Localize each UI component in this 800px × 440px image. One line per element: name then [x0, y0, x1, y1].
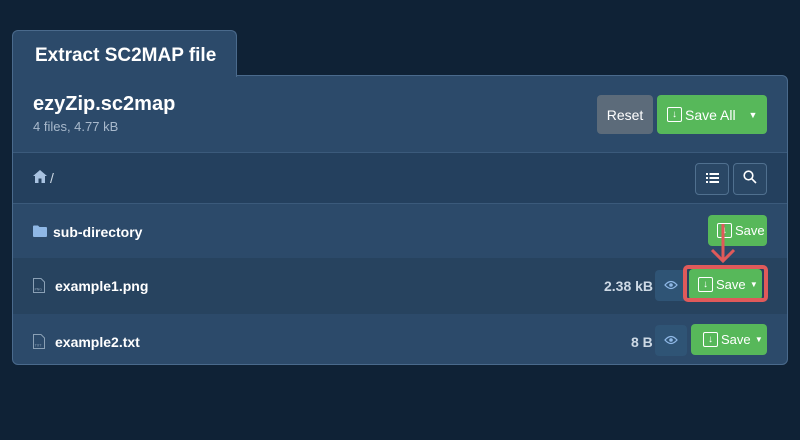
- breadcrumb-path: /: [50, 170, 54, 186]
- file-size: 8 B: [631, 334, 653, 350]
- eye-icon: [664, 332, 678, 350]
- archive-meta: 4 files, 4.77 kB: [33, 119, 119, 134]
- list-icon: [705, 170, 719, 188]
- save-all-button[interactable]: ↓ Save All ▼: [657, 95, 767, 134]
- reset-button[interactable]: Reset: [597, 95, 653, 134]
- archive-header: ezyZip.sc2map 4 files, 4.77 kB Reset ↓ S…: [13, 76, 787, 153]
- eye-icon: [664, 277, 678, 295]
- archive-name: ezyZip.sc2map: [33, 93, 176, 115]
- svg-text:PNG: PNG: [35, 288, 43, 292]
- list-item-folder[interactable]: sub-directory ↓ Save: [13, 204, 787, 260]
- svg-text:TXT: TXT: [34, 344, 42, 348]
- arrow-down-icon: [709, 224, 737, 271]
- download-icon: ↓: [667, 107, 682, 122]
- caret-down-icon[interactable]: ▼: [739, 110, 767, 120]
- caret-down-icon[interactable]: ▼: [751, 335, 767, 344]
- download-icon: ↓: [703, 332, 718, 347]
- save-button[interactable]: ↓ Save ▼: [691, 324, 767, 355]
- preview-button[interactable]: [655, 325, 687, 356]
- breadcrumb: /: [33, 170, 54, 186]
- file-size: 2.38 kB: [604, 278, 654, 294]
- file-name[interactable]: example1.png: [55, 278, 148, 294]
- breadcrumb-bar: /: [13, 153, 787, 204]
- search-button[interactable]: [733, 163, 767, 195]
- list-item-file[interactable]: TXT example2.txt 8 B ↓ Save ▼: [13, 314, 787, 364]
- save-label: Save: [721, 332, 751, 347]
- search-icon: [743, 169, 757, 189]
- list-item-file[interactable]: PNG example1.png 2.38 kB ↓ Save ▼: [13, 258, 787, 314]
- file-name[interactable]: example2.txt: [55, 334, 140, 350]
- file-name[interactable]: sub-directory: [53, 224, 142, 240]
- folder-icon: [33, 224, 47, 242]
- home-icon[interactable]: [33, 170, 47, 186]
- list-view-button[interactable]: [695, 163, 729, 195]
- save-label: Save: [735, 223, 765, 238]
- tab-title: Extract SC2MAP file: [35, 45, 217, 66]
- file-txt-icon: TXT: [33, 334, 45, 354]
- file-png-icon: PNG: [33, 278, 45, 298]
- tab-extract: Extract SC2MAP file: [12, 30, 237, 77]
- save-all-label: Save All: [685, 106, 736, 123]
- extract-panel: ezyZip.sc2map 4 files, 4.77 kB Reset ↓ S…: [12, 75, 788, 365]
